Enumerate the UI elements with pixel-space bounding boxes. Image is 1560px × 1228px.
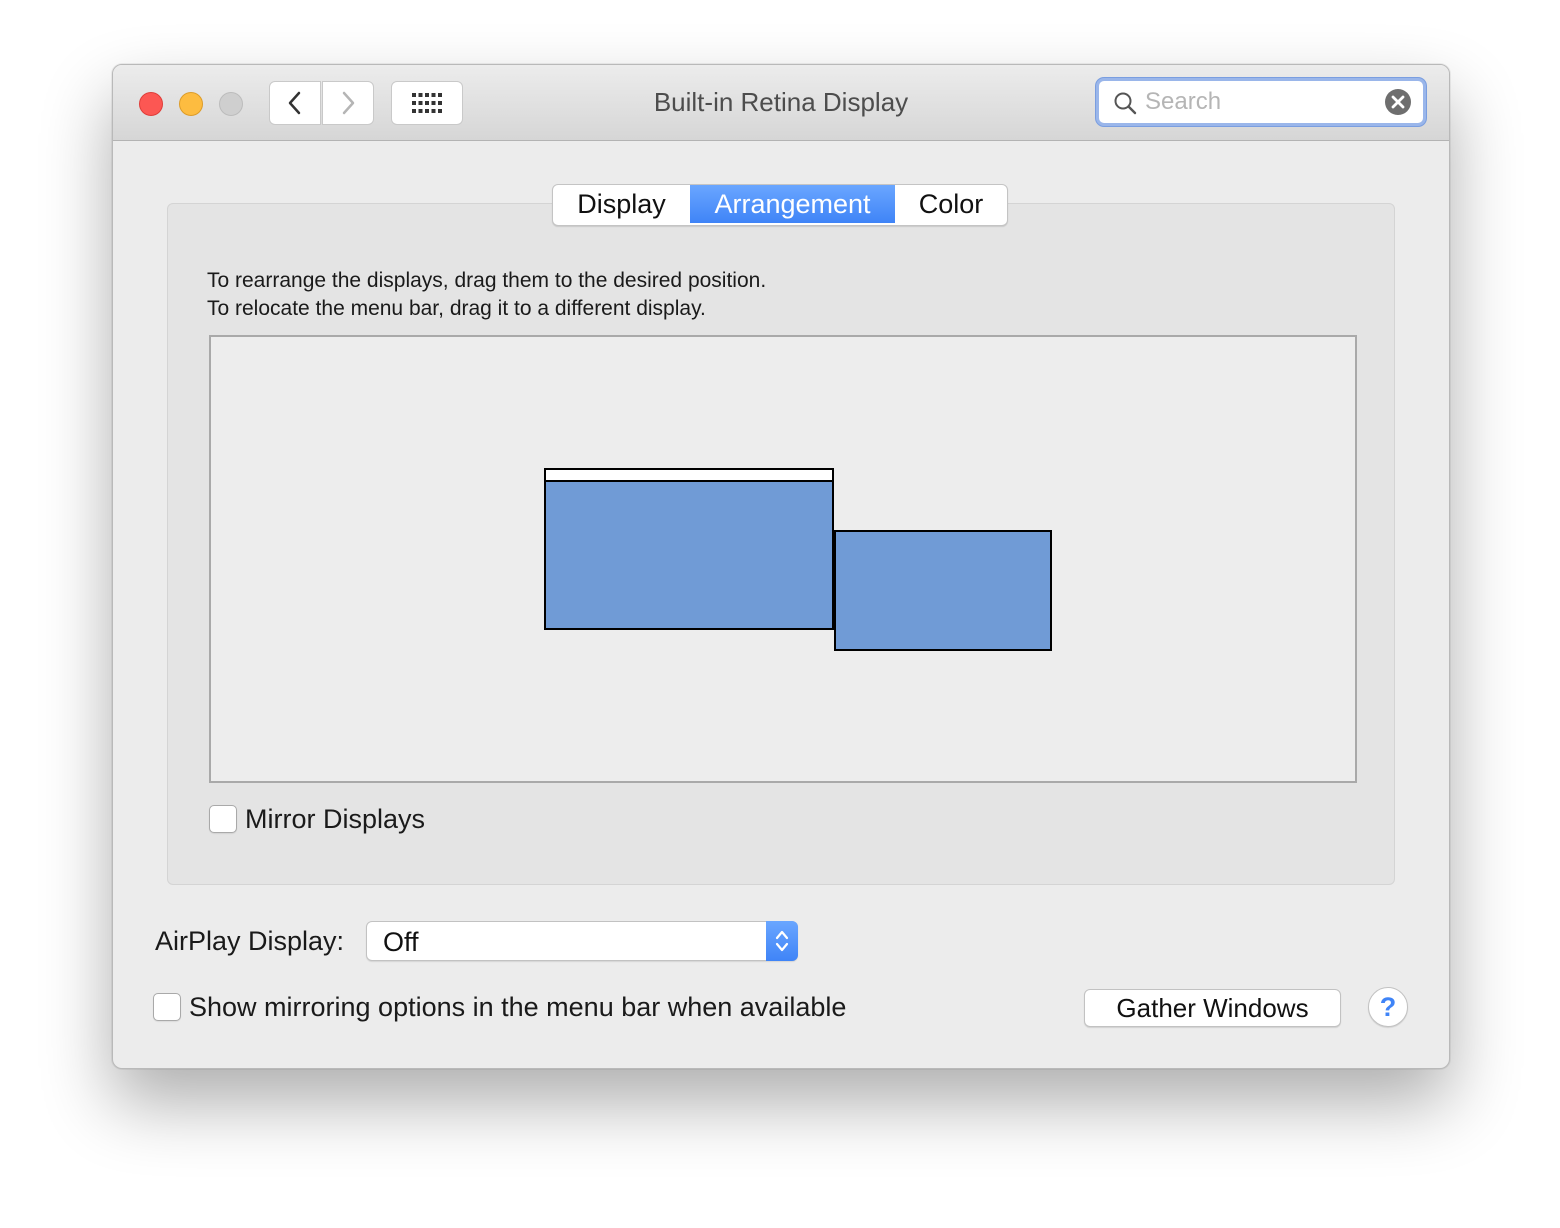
show-mirroring-label: Show mirroring options in the menu bar w… [189, 992, 847, 1022]
airplay-display-value: Off [383, 927, 419, 957]
display-main[interactable] [544, 480, 834, 630]
title-bar[interactable]: Built-in Retina Display [113, 65, 1449, 141]
gather-windows-button[interactable]: Gather Windows [1084, 989, 1341, 1027]
mirror-displays-label: Mirror Displays [245, 804, 426, 834]
instruction-menu-bar: To relocate the menu bar, drag it to a d… [207, 297, 706, 320]
arrangement-area[interactable] [209, 335, 1357, 783]
search-icon [1114, 92, 1137, 115]
instruction-rearrange: To rearrange the displays, drag them to … [207, 269, 767, 292]
airplay-display-select[interactable]: Off [366, 921, 798, 961]
mirror-displays-checkbox[interactable] [209, 805, 237, 833]
show-mirroring-checkbox[interactable] [153, 993, 181, 1021]
select-stepper[interactable] [766, 921, 798, 961]
menu-bar-indicator[interactable] [544, 468, 834, 482]
up-down-chevron-icon [775, 930, 789, 952]
tab-display[interactable]: Display [553, 185, 690, 223]
system-preferences-window: Built-in Retina Display Display Arrangem… [112, 64, 1450, 1069]
clear-search-icon[interactable] [1385, 89, 1411, 115]
display-secondary[interactable] [834, 530, 1052, 651]
tab-bar: Display Arrangement Color [552, 184, 1008, 226]
airplay-display-label: AirPlay Display: [155, 926, 345, 956]
search-field[interactable] [1096, 78, 1426, 126]
tab-color[interactable]: Color [895, 185, 1007, 223]
search-input[interactable] [1145, 87, 1375, 117]
tab-arrangement[interactable]: Arrangement [690, 185, 895, 223]
help-button[interactable]: ? [1368, 987, 1408, 1027]
